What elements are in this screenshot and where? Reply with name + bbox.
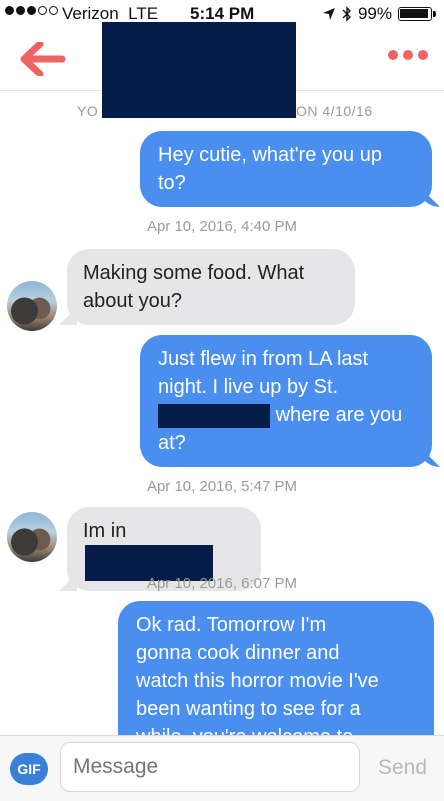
battery-tip [433, 11, 436, 17]
bluetooth-icon [342, 6, 351, 22]
message-line-text: where are you [275, 404, 403, 426]
timestamp: Apr 10, 2016, 6:07 PM [146, 575, 298, 592]
network-type: LTE [128, 4, 159, 23]
message-text: Im in [83, 520, 127, 542]
match-line-suffix: ON 4/10/16 [296, 103, 373, 119]
message-line: watch this horror movie I've [136, 670, 379, 692]
message-text: Making some food. What about you? [83, 262, 305, 312]
message-line: been wanting to see for a [136, 698, 361, 720]
carrier-name: Verizon [62, 4, 119, 23]
message-line: where are you [158, 401, 414, 429]
message-line: Just flew in from LA last [158, 348, 369, 370]
redacted-text [158, 403, 270, 428]
battery-icon [398, 7, 432, 21]
location-arrow-icon [322, 8, 335, 20]
message-input[interactable] [60, 742, 360, 792]
message-outgoing: Hey cutie, what're you up to? [140, 131, 432, 207]
timestamp: Apr 10, 2016, 4:40 PM [146, 218, 298, 235]
message-outgoing: Just flew in from LA last night. I live … [140, 335, 432, 467]
message-line: gonna cook dinner and [136, 642, 340, 664]
signal-strength-icon [5, 6, 58, 15]
gif-button[interactable]: GIF [10, 753, 48, 785]
match-line-prefix: YO [77, 103, 99, 119]
message-text: Hey cutie, what're you up to? [158, 144, 382, 194]
battery-percent: 99% [357, 4, 392, 23]
more-options-icon[interactable] [388, 50, 428, 60]
message-line: Ok rad. Tomorrow I'm [136, 614, 327, 636]
timestamp: Apr 10, 2016, 5:47 PM [146, 478, 298, 495]
message-incoming: Making some food. What about you? [67, 249, 355, 325]
avatar[interactable] [7, 512, 57, 562]
avatar[interactable] [7, 281, 57, 331]
message-line: while, you're welcome to [136, 723, 416, 735]
redacted-name-block [102, 22, 296, 118]
carrier-label: Verizon LTE [62, 4, 158, 24]
message-input-bar: GIF Send [0, 735, 444, 801]
message-line: night. I live up by St. [158, 376, 339, 398]
status-right: 99% [322, 4, 436, 24]
chat-thread: YO ON 4/10/16 Hey cutie, what're you up … [0, 91, 444, 735]
back-arrow-icon[interactable] [20, 42, 66, 76]
message-line: at? [158, 432, 186, 454]
clock: 5:14 PM [190, 4, 255, 23]
send-button[interactable]: Send [378, 756, 427, 780]
message-outgoing: Ok rad. Tomorrow I'm gonna cook dinner a… [118, 601, 434, 735]
